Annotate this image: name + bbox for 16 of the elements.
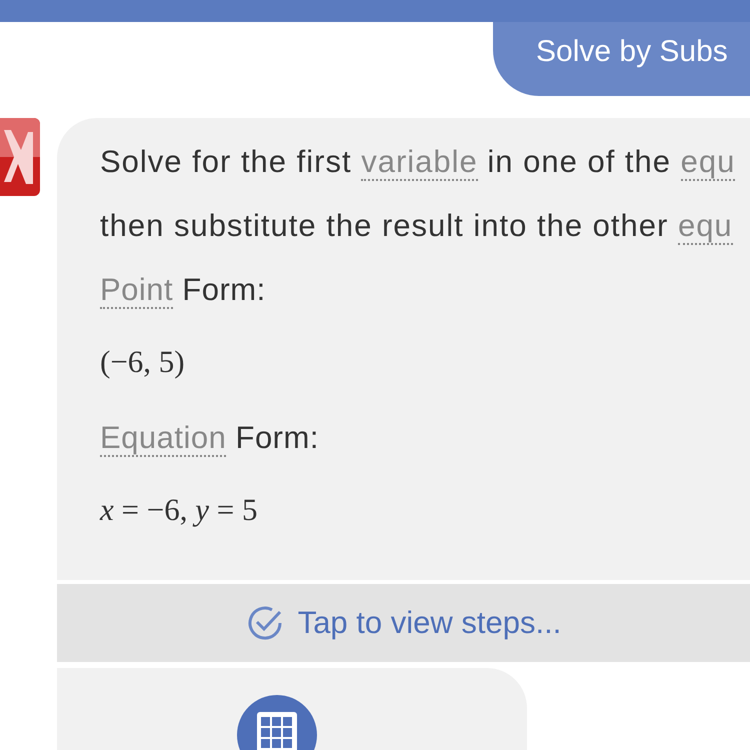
form-label: Form: <box>181 272 266 307</box>
term-link[interactable]: equ <box>678 208 733 245</box>
form-label: Form: <box>234 420 319 455</box>
view-steps-button[interactable]: Tap to view steps... <box>57 584 750 662</box>
logo-icon <box>0 118 40 196</box>
term-link[interactable]: variable <box>361 144 478 181</box>
term-link[interactable]: Point <box>100 272 174 309</box>
check-circle-icon <box>246 604 284 642</box>
term-link[interactable]: Equation <box>100 420 226 457</box>
instruction-text: then substitute the result into the other <box>100 208 670 243</box>
math-result: (−6, 5) <box>100 343 186 381</box>
method-button[interactable]: Solve by Subs <box>493 22 750 96</box>
math-result: x = −6, y = 5 <box>100 491 258 529</box>
term-link[interactable]: equ <box>680 144 736 181</box>
instruction-text: Solve for the first <box>100 144 353 179</box>
instruction-text: in one of the <box>486 144 672 179</box>
